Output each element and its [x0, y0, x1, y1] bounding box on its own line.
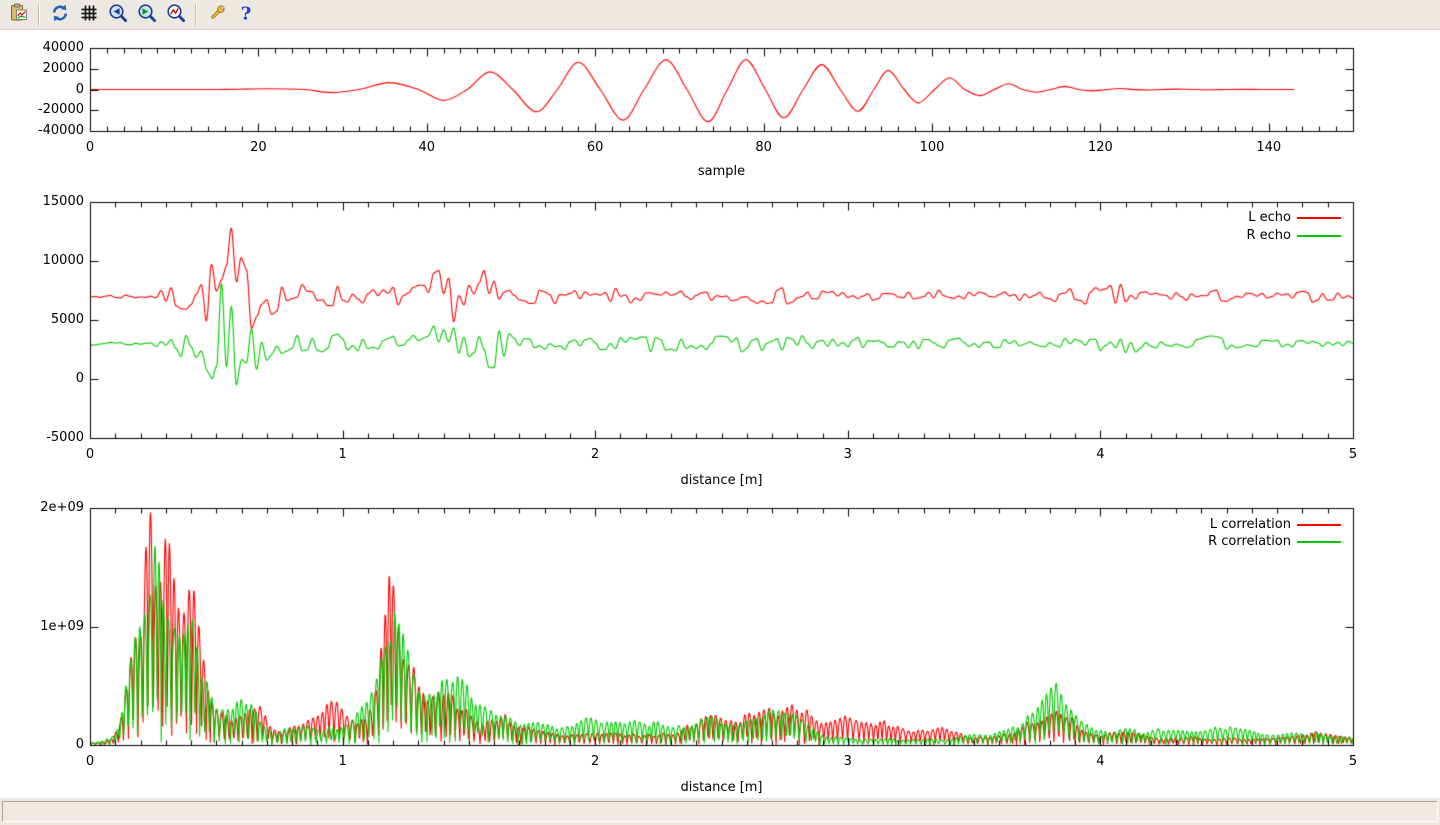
toggle-grid-button[interactable] — [74, 2, 103, 28]
toolbar-separator — [38, 4, 40, 26]
copy-to-clipboard-button[interactable] — [4, 2, 33, 28]
toolbar-separator — [195, 4, 197, 26]
magnifier-autoscale-icon — [166, 3, 186, 26]
replot-button[interactable] — [45, 2, 74, 28]
refresh-icon — [50, 3, 70, 26]
help-button[interactable]: ? — [231, 2, 260, 28]
toolbar: ? — [0, 0, 1440, 30]
autoscale-button[interactable] — [161, 2, 190, 28]
wrench-icon — [207, 3, 227, 26]
status-field — [2, 801, 1438, 822]
magnifier-forward-icon — [137, 3, 157, 26]
help-icon: ? — [236, 3, 256, 26]
zoom-next-button[interactable] — [132, 2, 161, 28]
clipboard-export-icon — [9, 3, 29, 26]
configure-button[interactable] — [202, 2, 231, 28]
zoom-previous-button[interactable] — [103, 2, 132, 28]
status-bar — [0, 798, 1440, 825]
plot-canvas[interactable] — [0, 0, 1440, 825]
svg-text:?: ? — [240, 4, 251, 24]
grid-icon — [79, 3, 99, 26]
magnifier-back-icon — [108, 3, 128, 26]
